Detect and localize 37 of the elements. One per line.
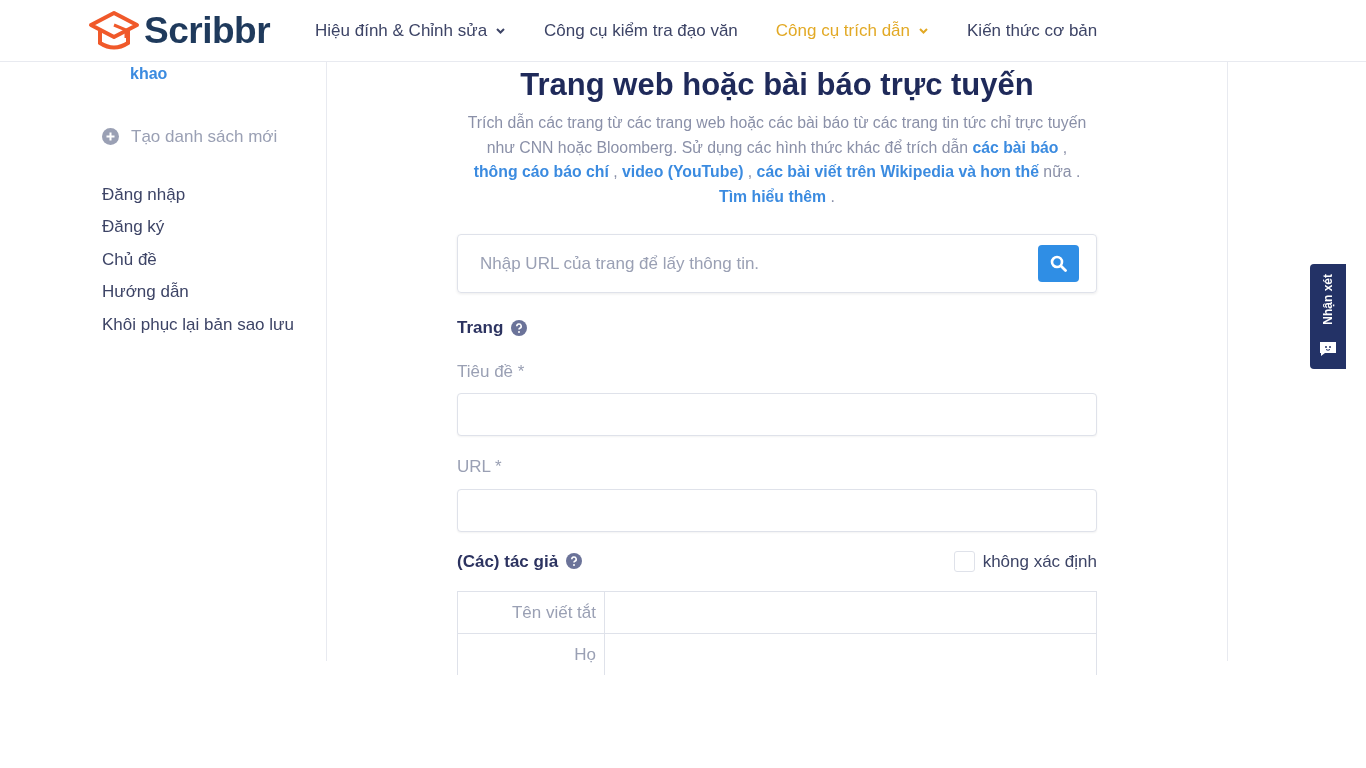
- feedback-tab[interactable]: Nhận xét: [1310, 264, 1346, 369]
- sidebar-link[interactable]: Khôi phục lại bản sao lưu: [102, 312, 294, 337]
- sidebar-link[interactable]: Đăng ký: [102, 215, 165, 239]
- sidebar-link[interactable]: khao: [130, 66, 168, 82]
- input-field[interactable]: [604, 633, 1097, 676]
- sidebar-link[interactable]: Hướng dẫn: [102, 280, 189, 304]
- field-label: URL *: [457, 456, 503, 479]
- help-icon[interactable]: [566, 553, 583, 570]
- input-field[interactable]: [604, 591, 1097, 634]
- link[interactable]: thông cáo báo chí: [473, 163, 609, 181]
- checkbox[interactable]: [953, 550, 975, 572]
- input-field[interactable]: [457, 393, 1097, 437]
- authors-heading: (Các) tác giả: [457, 550, 559, 573]
- link[interactable]: Tìm hiểu thêm: [719, 187, 827, 205]
- search-icon: [1050, 255, 1067, 273]
- graduation-cap-icon: [88, 9, 140, 52]
- nav-link[interactable]: Hiệu đính & Chỉnh sửa: [315, 17, 507, 44]
- sidebar-link[interactable]: Đăng nhập: [102, 182, 186, 207]
- link[interactable]: các bài viết trên Wikipedia và hơn thế: [756, 163, 1039, 181]
- search-button[interactable]: [1038, 245, 1079, 283]
- url-search-field[interactable]: Nhập URL của trang để lấy thông tin.: [457, 234, 1097, 294]
- page-title: Trang web hoặc bài báo trực tuyến: [519, 66, 1035, 104]
- section-heading: Trang: [457, 317, 504, 340]
- help-icon[interactable]: [511, 319, 528, 336]
- logo-text: Scribbr: [144, 12, 271, 49]
- link[interactable]: video (YouTube): [622, 163, 744, 181]
- plus-icon[interactable]: [102, 128, 119, 146]
- checkbox-label[interactable]: không xác định: [982, 548, 1097, 575]
- nav-link[interactable]: Kiến thức cơ bản: [967, 17, 1098, 44]
- nav-link[interactable]: Công cụ kiểm tra đạo văn: [544, 17, 738, 44]
- description: Trích dẫn các trang từ các trang web hoặc các bài báo từ các trang tin tức chỉ trực tuyến như CNN hoặc Bloomberg. Sử dụng các hình thức khác để trích dẫn các bài báo , thông cáo báo chí , video (YouTube) , các bài viết trên Wikipedia và hơn thế nữa . Tìm hiểu thêm .: [466, 112, 1088, 207]
- link[interactable]: các bài báo: [972, 138, 1059, 156]
- feedback-label: Nhận xét: [1322, 274, 1334, 325]
- sidebar-link[interactable]: Chủ đề: [102, 247, 157, 272]
- field-label: Tiêu đề *: [457, 360, 526, 383]
- input-field[interactable]: [457, 488, 1097, 532]
- chat-icon: [1319, 341, 1337, 357]
